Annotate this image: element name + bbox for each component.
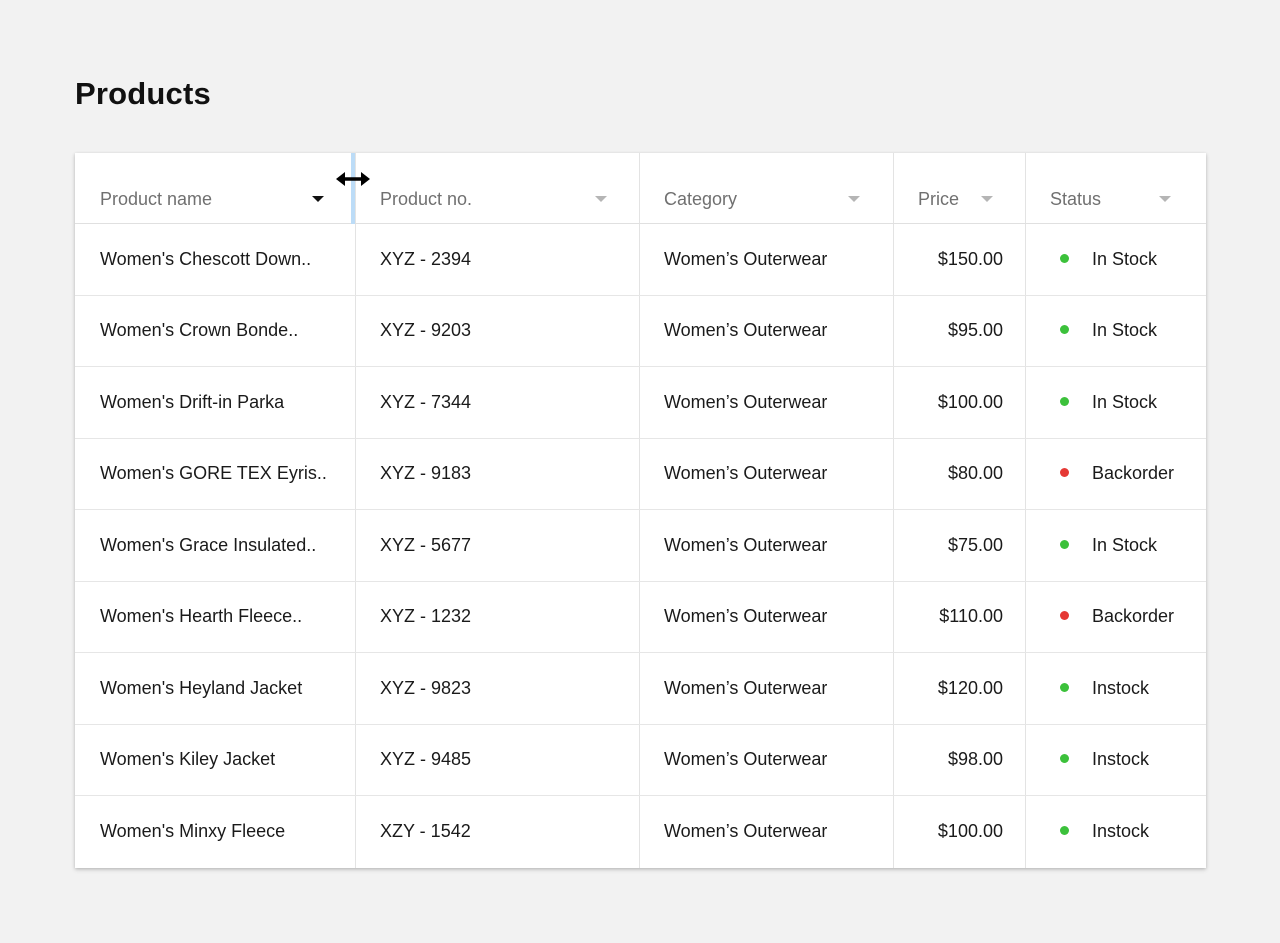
status-label: Backorder: [1092, 606, 1174, 627]
table-header-row: Product name Product no. Category Price Stat…: [75, 153, 1206, 224]
column-header-label: Price: [918, 189, 959, 210]
column-header-name[interactable]: Product name: [100, 153, 212, 223]
cell-number: XYZ - 5677: [380, 510, 471, 581]
cell-status: In Stock: [1060, 367, 1157, 438]
cell-name: Women's Kiley Jacket: [100, 725, 350, 796]
cell-price: $100.00: [893, 796, 1003, 868]
sort-caret-down-icon[interactable]: [981, 196, 993, 202]
resize-horizontal-icon: [335, 169, 371, 189]
cell-status: Backorder: [1060, 439, 1174, 510]
cell-name: Women's Grace Insulated..: [100, 510, 350, 581]
cell-status: Backorder: [1060, 582, 1174, 653]
table-row[interactable]: Women's Crown Bonde.. XYZ - 9203 Women’s O…: [75, 296, 1206, 368]
cell-number: XYZ - 9823: [380, 653, 471, 724]
cell-price: $100.00: [893, 367, 1003, 438]
cell-price: $98.00: [893, 725, 1003, 796]
cell-price: $120.00: [893, 653, 1003, 724]
cell-number: XZY - 1542: [380, 796, 471, 868]
cell-name: Women's Hearth Fleece..: [100, 582, 350, 653]
cell-name: Women's Minxy Fleece: [100, 796, 350, 868]
cell-number: XYZ - 9183: [380, 439, 471, 510]
products-table: Product name Product no. Category Price Stat…: [75, 153, 1206, 868]
cell-category: Women’s Outerwear: [664, 367, 827, 438]
cell-category: Women’s Outerwear: [664, 439, 827, 510]
cell-category: Women’s Outerwear: [664, 510, 827, 581]
sort-caret-down-icon[interactable]: [1159, 196, 1171, 202]
status-label: Instock: [1092, 821, 1149, 842]
status-label: In Stock: [1092, 535, 1157, 556]
cell-status: Instock: [1060, 725, 1149, 796]
sort-caret-down-icon[interactable]: [312, 196, 324, 202]
column-header-status[interactable]: Status: [1050, 153, 1101, 223]
cell-number: XYZ - 9203: [380, 296, 471, 367]
column-header-number[interactable]: Product no.: [380, 153, 472, 223]
cell-price: $95.00: [893, 296, 1003, 367]
cell-category: Women’s Outerwear: [664, 653, 827, 724]
cell-name: Women's Crown Bonde..: [100, 296, 350, 367]
cell-status: Instock: [1060, 653, 1149, 724]
status-dot-icon: [1060, 611, 1069, 620]
cell-name: Women's Drift-in Parka: [100, 367, 350, 438]
status-label: In Stock: [1092, 320, 1157, 341]
status-label: Instock: [1092, 749, 1149, 770]
table-row[interactable]: Women's GORE TEX Eyris.. XYZ - 9183 Women’…: [75, 439, 1206, 511]
status-dot-icon: [1060, 325, 1069, 334]
status-label: Instock: [1092, 678, 1149, 699]
sort-caret-down-icon[interactable]: [595, 196, 607, 202]
cell-number: XYZ - 2394: [380, 224, 471, 295]
cell-number: XYZ - 1232: [380, 582, 471, 653]
cell-price: $110.00: [893, 582, 1003, 653]
cell-status: In Stock: [1060, 510, 1157, 581]
cell-status: In Stock: [1060, 296, 1157, 367]
cell-price: $150.00: [893, 224, 1003, 295]
table-row[interactable]: Women's Kiley Jacket XYZ - 9485 Women’s Ou…: [75, 725, 1206, 797]
cell-price: $80.00: [893, 439, 1003, 510]
table-row[interactable]: Women's Minxy Fleece XZY - 1542 Women’s Ou…: [75, 796, 1206, 868]
table-row[interactable]: Women's Drift-in Parka XYZ - 7344 Women’s …: [75, 367, 1206, 439]
column-header-price[interactable]: Price: [918, 153, 959, 223]
status-label: In Stock: [1092, 392, 1157, 413]
cell-category: Women’s Outerwear: [664, 796, 827, 868]
cell-number: XYZ - 7344: [380, 367, 471, 438]
cell-category: Women’s Outerwear: [664, 582, 827, 653]
cell-category: Women’s Outerwear: [664, 296, 827, 367]
status-dot-icon: [1060, 754, 1069, 763]
cell-price: $75.00: [893, 510, 1003, 581]
cell-number: XYZ - 9485: [380, 725, 471, 796]
table-row[interactable]: Women's Heyland Jacket XYZ - 9823 Women’s …: [75, 653, 1206, 725]
column-header-category[interactable]: Category: [664, 153, 737, 223]
status-dot-icon: [1060, 397, 1069, 406]
cell-name: Women's Chescott Down..: [100, 224, 350, 295]
status-dot-icon: [1060, 254, 1069, 263]
cell-category: Women’s Outerwear: [664, 224, 827, 295]
page-title: Products: [75, 76, 211, 112]
cell-status: In Stock: [1060, 224, 1157, 295]
status-dot-icon: [1060, 540, 1069, 549]
cell-category: Women’s Outerwear: [664, 725, 827, 796]
table-row[interactable]: Women's Chescott Down.. XYZ - 2394 Women’s…: [75, 224, 1206, 296]
status-label: Backorder: [1092, 463, 1174, 484]
column-header-label: Product no.: [380, 189, 472, 210]
column-header-label: Product name: [100, 189, 212, 210]
status-dot-icon: [1060, 826, 1069, 835]
table-row[interactable]: Women's Hearth Fleece.. XYZ - 1232 Women’s…: [75, 582, 1206, 654]
sort-caret-down-icon[interactable]: [848, 196, 860, 202]
cell-name: Women's Heyland Jacket: [100, 653, 350, 724]
cell-status: Instock: [1060, 796, 1149, 868]
cell-name: Women's GORE TEX Eyris..: [100, 439, 350, 510]
table-row[interactable]: Women's Grace Insulated.. XYZ - 5677 Women…: [75, 510, 1206, 582]
column-header-label: Status: [1050, 189, 1101, 210]
status-dot-icon: [1060, 468, 1069, 477]
status-label: In Stock: [1092, 249, 1157, 270]
status-dot-icon: [1060, 683, 1069, 692]
column-header-label: Category: [664, 189, 737, 210]
